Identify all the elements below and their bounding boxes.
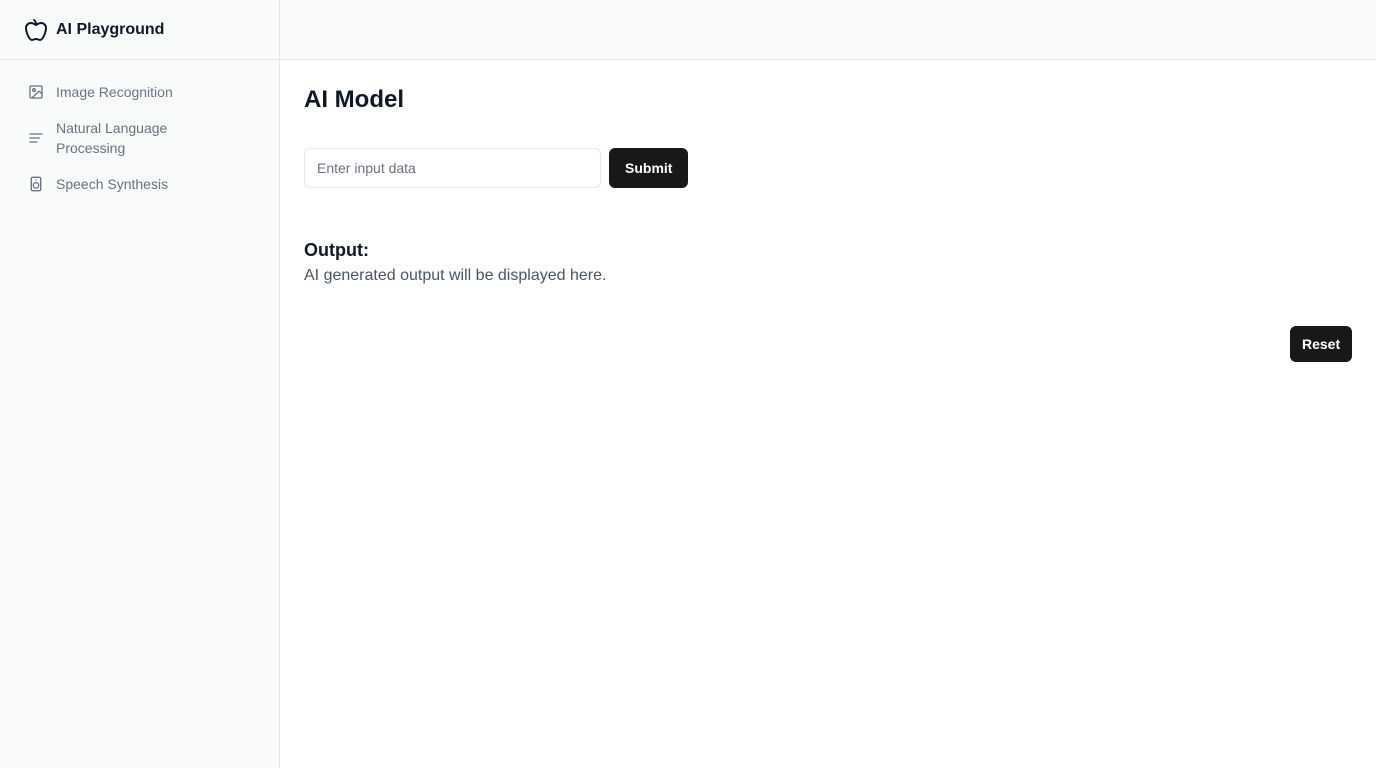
output-heading: Output: <box>304 240 369 260</box>
page-title: AI Model <box>304 86 404 113</box>
sidebar-item-image-recognition[interactable]: Image Recognition <box>24 82 263 102</box>
input-data-field[interactable] <box>304 148 601 188</box>
sidebar-item-label: Speech Synthesis <box>56 176 169 192</box>
main-area: AI Model Submit Output: AI generated out… <box>280 0 1376 768</box>
input-form: Submit <box>304 148 1352 188</box>
sidebar-item-speech-synthesis[interactable]: Speech Synthesis <box>24 174 263 194</box>
sidebar-nav: Image Recognition Natural Language Proce… <box>0 60 279 194</box>
apple-icon <box>24 18 48 42</box>
reset-button[interactable]: Reset <box>1290 326 1352 362</box>
top-bar <box>280 0 1376 60</box>
submit-button[interactable]: Submit <box>609 148 688 188</box>
output-text: AI generated output will be displayed he… <box>304 267 607 284</box>
content-panel: AI Model Submit Output: AI generated out… <box>280 60 1376 768</box>
sidebar-item-natural-language-processing[interactable]: Natural Language Processing <box>24 118 263 158</box>
app-title: AI Playground <box>56 20 165 38</box>
sidebar-item-label: Natural Language Processing <box>56 120 168 156</box>
brand-header: AI Playground <box>0 0 279 60</box>
output-section: Output: AI generated output will be disp… <box>304 238 1352 288</box>
speaker-icon <box>28 174 44 194</box>
app-root: AI Playground Image Recognition Natural … <box>0 0 1376 768</box>
text-lines-icon <box>28 118 44 158</box>
sidebar-item-label: Image Recognition <box>56 84 173 100</box>
reset-row: Reset <box>304 326 1352 362</box>
image-icon <box>28 82 44 102</box>
sidebar: AI Playground Image Recognition Natural … <box>0 0 280 768</box>
